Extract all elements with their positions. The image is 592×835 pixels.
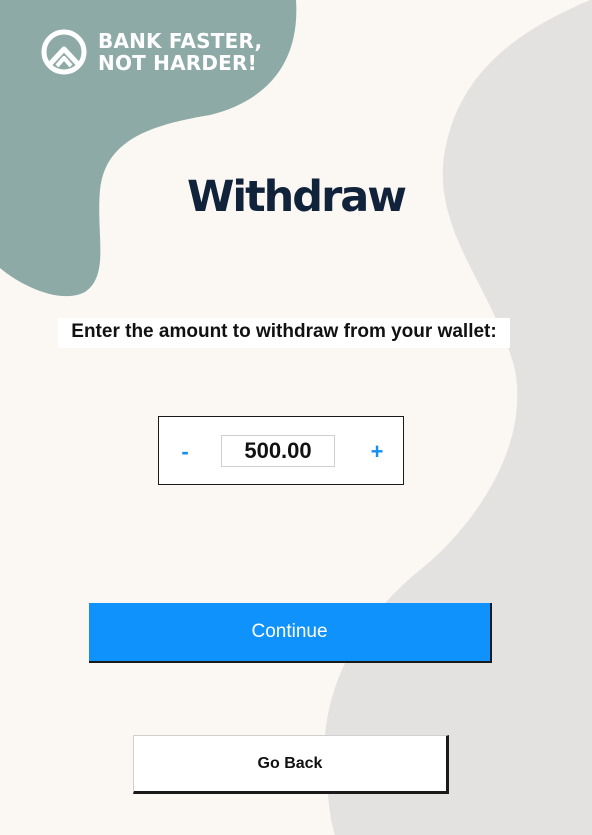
- decrement-button[interactable]: -: [173, 437, 197, 467]
- page-title: Withdraw: [186, 172, 407, 222]
- mountain-peak-circle-icon: [41, 29, 87, 75]
- amount-stepper: - +: [158, 416, 404, 485]
- go-back-button[interactable]: Go Back: [133, 735, 449, 794]
- brand-slogan-line2: NOT HARDER!: [98, 51, 257, 75]
- brand-header: BANK FASTER, NOT HARDER!: [40, 28, 262, 76]
- brand-slogan: BANK FASTER, NOT HARDER!: [98, 30, 262, 74]
- increment-button[interactable]: +: [365, 437, 389, 467]
- amount-input[interactable]: [221, 435, 335, 467]
- continue-button[interactable]: Continue: [89, 603, 492, 663]
- brand-slogan-line1: BANK FASTER,: [98, 29, 263, 53]
- withdraw-prompt-label: Enter the amount to withdraw from your w…: [58, 318, 510, 348]
